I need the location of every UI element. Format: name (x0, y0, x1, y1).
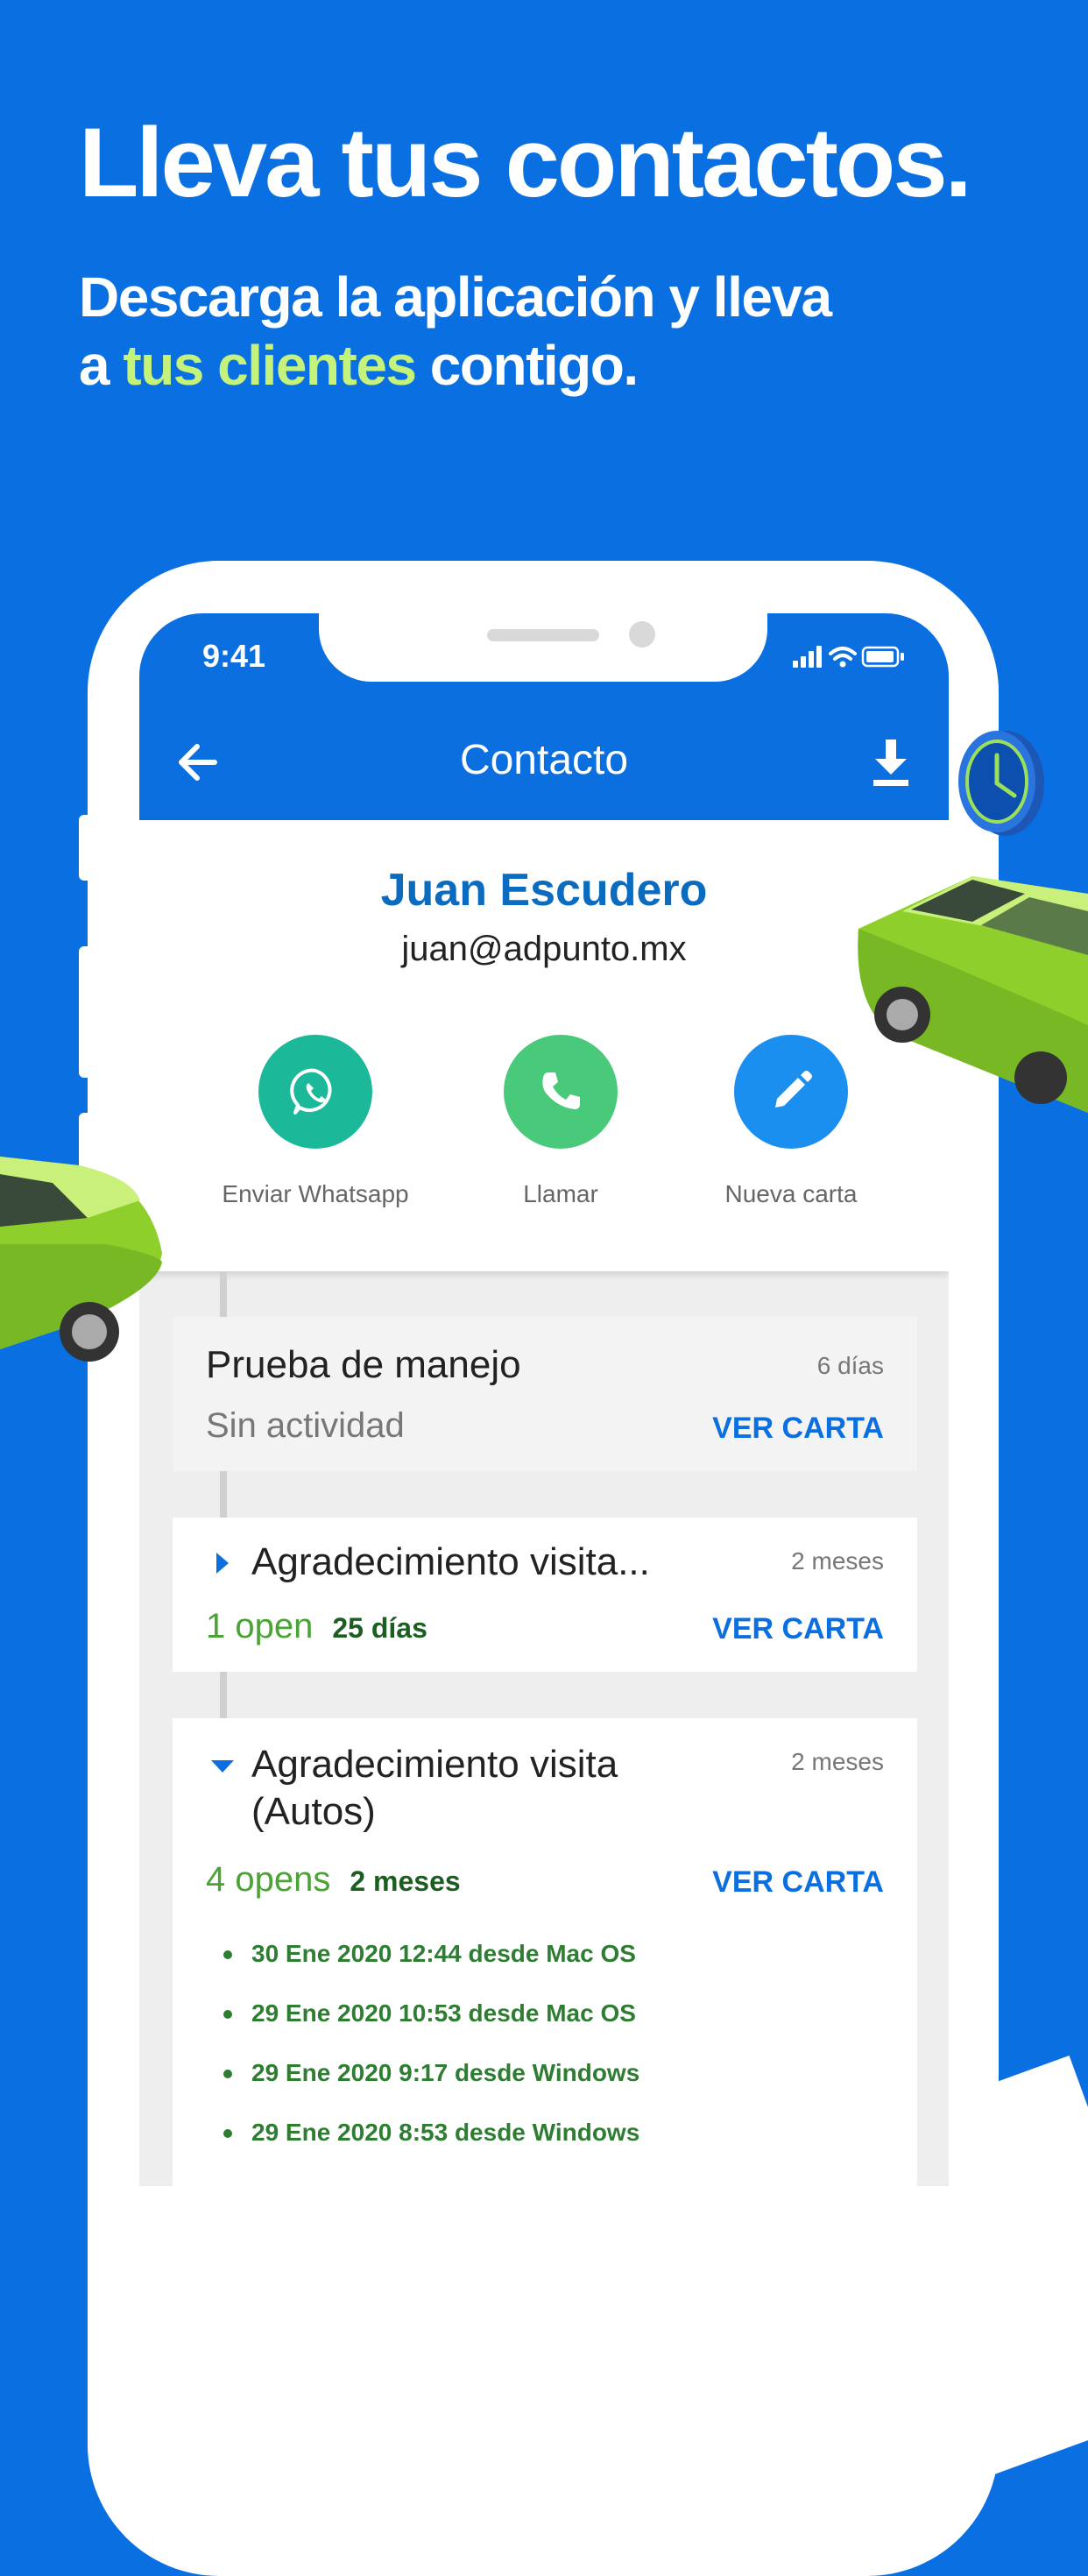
page-title: Contacto (459, 737, 629, 783)
hero-subline-suffix: contigo. (415, 334, 639, 397)
timeline-card[interactable]: Agradecimiento visita... 2 meses 1 open 2… (173, 1518, 917, 1672)
card-age: 6 días (816, 1352, 884, 1379)
contact-email: juan@adpunto.mx (401, 930, 687, 968)
call-button[interactable] (504, 1035, 618, 1149)
open-event: 29 Ene 2020 9:17 desde Windows (223, 2043, 639, 2103)
card-title-line2: (Autos) (251, 1790, 376, 1833)
timeline-card[interactable]: Prueba de manejo 6 días Sin actividad VE… (173, 1317, 917, 1471)
call-label: Llamar (523, 1180, 598, 1207)
hero-subline-highlight: tus clientes (123, 334, 417, 397)
open-event: 30 Ene 2020 12:44 desde Mac OS (223, 1924, 639, 1984)
collapse-arrow-icon[interactable] (211, 1760, 234, 1773)
card-opens: 4 opens 2 meses (206, 1860, 461, 1900)
hero-subline: Descarga la aplicación y lleva a tus cli… (79, 263, 832, 400)
view-letter-link[interactable]: VER CARTA (712, 1612, 884, 1646)
wifi-icon (829, 647, 857, 661)
app-bar: 9:41 Contacto (139, 613, 949, 820)
green-car-right (858, 876, 1088, 1113)
front-camera (629, 621, 655, 648)
clock-icon (958, 731, 1044, 836)
card-title: Agradecimiento visita (Autos) (251, 1741, 618, 1836)
card-age: 2 meses (791, 1748, 884, 1775)
view-letter-link[interactable]: VER CARTA (712, 1865, 884, 1900)
hero-subline-prefix: a (79, 334, 124, 397)
new-letter-label: Nueva carta (724, 1180, 858, 1207)
card-title: Prueba de manejo (206, 1343, 521, 1386)
card-status: Sin actividad (206, 1406, 405, 1445)
open-event: 29 Ene 2020 8:53 desde Windows (223, 2103, 639, 2162)
opens-duration: 2 meses (350, 1865, 461, 1897)
whatsapp-label: Enviar Whatsapp (222, 1180, 409, 1207)
contact-card: Juan Escudero juan@adpunto.mx Enviar Wha… (139, 820, 949, 1271)
call-action[interactable]: Llamar (456, 1035, 666, 1208)
status-icons (793, 643, 907, 674)
battery-icon (861, 646, 904, 668)
pencil-icon (775, 1071, 812, 1108)
phone-screen: 9:41 Contacto Juan Escudero juan@adpunto… (139, 613, 949, 2186)
whatsapp-button[interactable] (258, 1035, 372, 1149)
open-event: 29 Ene 2020 10:53 desde Mac OS (223, 1984, 639, 2043)
opens-count: 1 open (206, 1607, 314, 1645)
green-car-left (0, 1157, 162, 1362)
timeline-card-expanded[interactable]: Agradecimiento visita (Autos) 2 meses 4 … (173, 1718, 917, 2186)
opens-count: 4 opens (206, 1860, 331, 1899)
phone-icon (542, 1072, 580, 1109)
whatsapp-icon (290, 1068, 332, 1115)
card-title: Agradecimiento visita... (251, 1540, 650, 1583)
new-letter-button[interactable] (734, 1035, 848, 1149)
contact-name: Juan Escudero (380, 865, 708, 916)
speaker-grille (487, 629, 599, 641)
hero-headline: Lleva tus contactos. (79, 108, 972, 217)
status-time: 9:41 (202, 638, 266, 674)
expand-arrow-icon[interactable] (216, 1553, 229, 1574)
card-title-line1: Agradecimiento visita (251, 1743, 618, 1786)
download-icon[interactable] (868, 736, 914, 789)
whatsapp-action[interactable]: Enviar Whatsapp (210, 1035, 420, 1208)
hero-subline-line1: Descarga la aplicación y lleva (79, 265, 832, 329)
card-opens: 1 open 25 días (206, 1607, 427, 1646)
signal-icon (793, 646, 822, 668)
open-events-list: 30 Ene 2020 12:44 desde Mac OS 29 Ene 20… (223, 1924, 639, 2162)
card-age: 2 meses (791, 1547, 884, 1575)
view-letter-link[interactable]: VER CARTA (712, 1412, 884, 1446)
phone-notch (319, 613, 767, 682)
opens-duration: 25 días (332, 1612, 427, 1644)
